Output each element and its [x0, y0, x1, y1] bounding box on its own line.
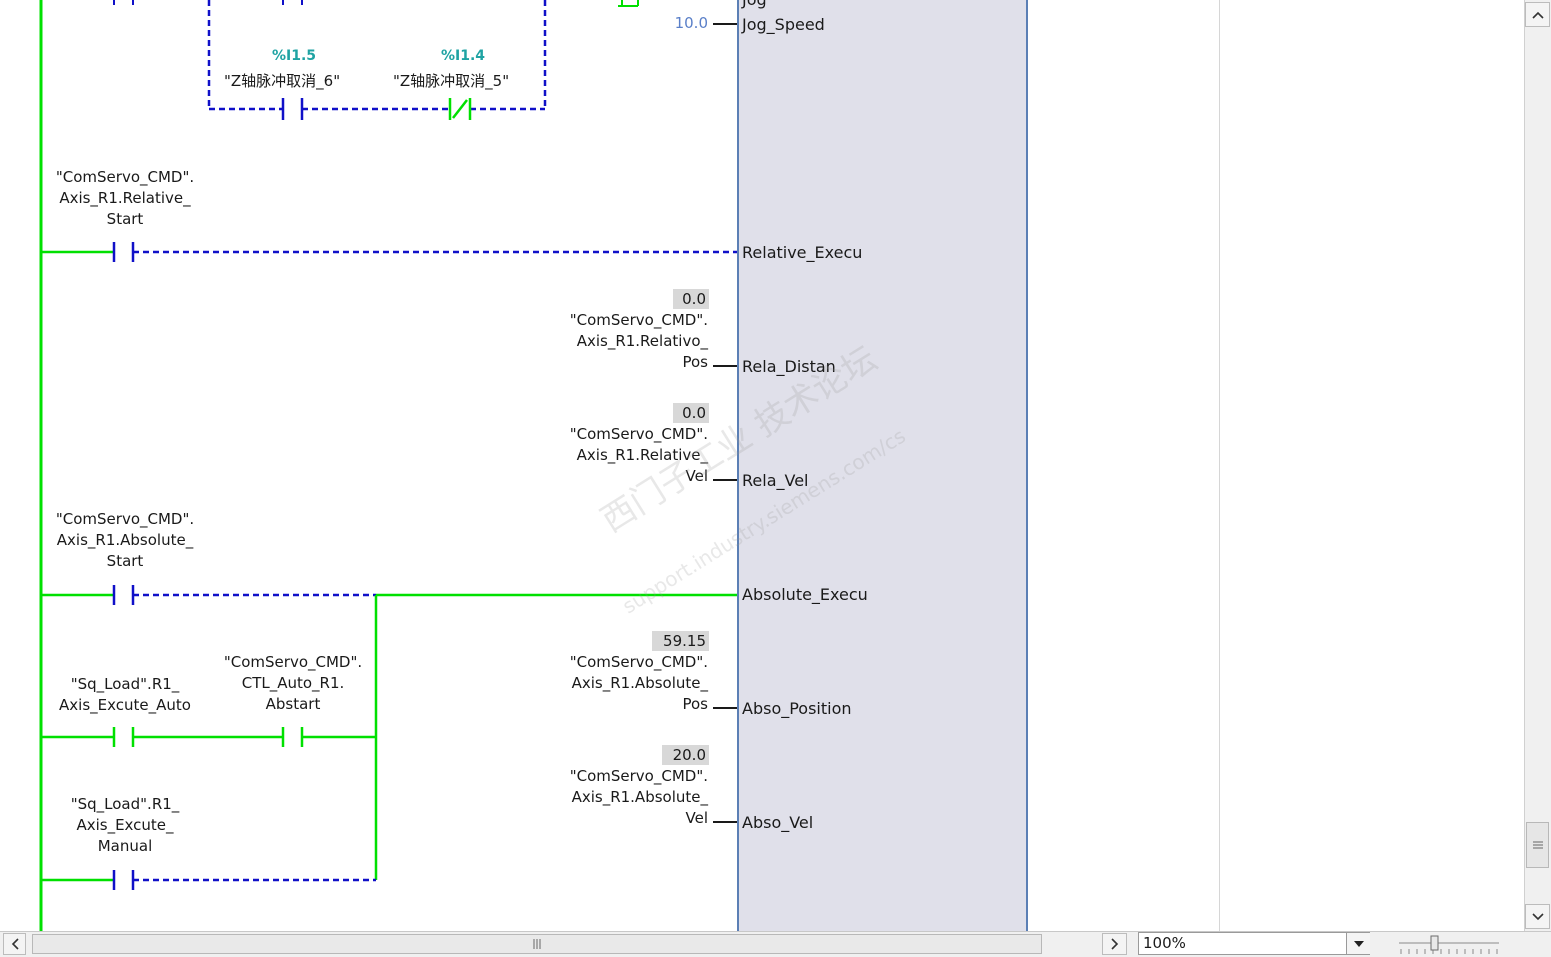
- label-line: Axis_R1.Absolute_: [56, 531, 194, 549]
- label-line: Axis_R1.Absolute_: [571, 788, 708, 806]
- label-line: Axis_R1.Relative_: [576, 446, 708, 464]
- label-line: "ComServo_CMD".: [569, 767, 708, 785]
- label-line: CTL_Auto_R1.: [241, 674, 345, 692]
- rela-pos-operand[interactable]: "ComServo_CMD". Axis_R1.Relativo_ Pos: [500, 310, 708, 373]
- contact-sq-manual-label[interactable]: "Sq_Load".R1_ Axis_Excute_ Manual: [20, 794, 230, 857]
- ladder-wiring: [39, 0, 737, 931]
- dropdown-arrow-icon: [1353, 940, 1364, 947]
- abso-pos-operand[interactable]: "ComServo_CMD". Axis_R1.Absolute_ Pos: [500, 652, 708, 715]
- rela-vel-monitor-value: 0.0: [673, 403, 709, 423]
- contact-i14-slash: [452, 99, 468, 119]
- pin-relative-execu[interactable]: Relative_Execu: [742, 243, 862, 262]
- scroll-right-button[interactable]: [1102, 933, 1127, 955]
- pin-abso-vel[interactable]: Abso_Vel: [742, 813, 813, 832]
- vertical-scroll-thumb[interactable]: [1526, 822, 1549, 868]
- contact-ctl-auto-label[interactable]: "ComServo_CMD". CTL_Auto_R1. Abstart: [188, 652, 398, 715]
- zoom-select[interactable]: 100%: [1138, 932, 1370, 955]
- vertical-scrollbar[interactable]: [1524, 0, 1551, 931]
- rela-vel-operand[interactable]: "ComServo_CMD". Axis_R1.Relative_ Vel: [500, 424, 708, 487]
- label-line: "Sq_Load".R1_: [70, 795, 180, 813]
- label-line: Pos: [682, 695, 708, 713]
- contact-i15-name[interactable]: "Z轴脉冲取消_6": [224, 70, 340, 91]
- chevron-right-icon: [1110, 938, 1118, 950]
- label-line: Axis_Excute_: [76, 816, 174, 834]
- scroll-down-button[interactable]: [1525, 904, 1550, 929]
- horizontal-scroll-thumb[interactable]: [32, 934, 1042, 954]
- zoom-dropdown-button[interactable]: [1346, 933, 1370, 954]
- label-line: Axis_R1.Absolute_: [571, 674, 708, 692]
- label-line: Pos: [682, 353, 708, 371]
- label-line: "ComServo_CMD".: [223, 653, 363, 671]
- label-line: "ComServo_CMD".: [55, 510, 195, 528]
- contact-i14-name[interactable]: "Z轴脉冲取消_5": [393, 70, 509, 91]
- abso-vel-monitor-value: 20.0: [662, 745, 709, 765]
- abso-vel-operand[interactable]: "ComServo_CMD". Axis_R1.Absolute_ Vel: [500, 766, 708, 829]
- label-line: Vel: [685, 467, 709, 485]
- jog-speed-value[interactable]: 10.0: [660, 14, 708, 32]
- pin-abso-position[interactable]: Abso_Position: [742, 699, 852, 718]
- scroll-up-button[interactable]: [1525, 2, 1550, 27]
- pin-jog-speed[interactable]: Jog_Speed: [742, 15, 825, 34]
- label-line: Axis_R1.Relative_: [59, 189, 191, 207]
- pin-absolute-execu[interactable]: Absolute_Execu: [742, 585, 868, 604]
- chevron-up-icon: [1531, 11, 1544, 19]
- grip-icon: [533, 939, 541, 949]
- label-line: Abstart: [265, 695, 321, 713]
- zoom-slider[interactable]: [1395, 934, 1505, 956]
- pin-rela-vel[interactable]: Rela_Vel: [742, 471, 808, 490]
- ladder-editor: %I1.5 "Z轴脉冲取消_6" %I1.4 "Z轴脉冲取消_5" "ComSe…: [0, 0, 1551, 957]
- contact-i15-address: %I1.5: [272, 48, 317, 64]
- label-line: Vel: [685, 809, 709, 827]
- label-line: "ComServo_CMD".: [569, 311, 708, 329]
- scroll-left-button[interactable]: [3, 933, 26, 955]
- label-line: "ComServo_CMD".: [569, 653, 708, 671]
- chevron-left-icon: [11, 938, 19, 950]
- contact-absolute-start-label[interactable]: "ComServo_CMD". Axis_R1.Absolute_ Start: [20, 509, 230, 572]
- label-line: Manual: [97, 837, 153, 855]
- chevron-down-icon: [1531, 912, 1544, 920]
- label-line: "ComServo_CMD".: [569, 425, 708, 443]
- rela-pos-monitor-value: 0.0: [673, 289, 709, 309]
- label-line: "ComServo_CMD".: [55, 168, 195, 186]
- label-line: Start: [106, 210, 144, 228]
- label-line: Start: [106, 552, 144, 570]
- contact-relative-start-label[interactable]: "ComServo_CMD". Axis_R1.Relative_ Start: [20, 167, 230, 230]
- abso-pos-monitor-value: 59.15: [652, 631, 709, 651]
- grip-icon: [1532, 841, 1543, 849]
- label-line: Axis_R1.Relativo_: [576, 332, 708, 350]
- contact-i14-address: %I1.4: [441, 48, 486, 64]
- zoom-slider-handle: [1430, 935, 1439, 951]
- pin-jog[interactable]: Jog: [742, 0, 767, 9]
- pin-rela-distan[interactable]: Rela_Distan: [742, 357, 836, 376]
